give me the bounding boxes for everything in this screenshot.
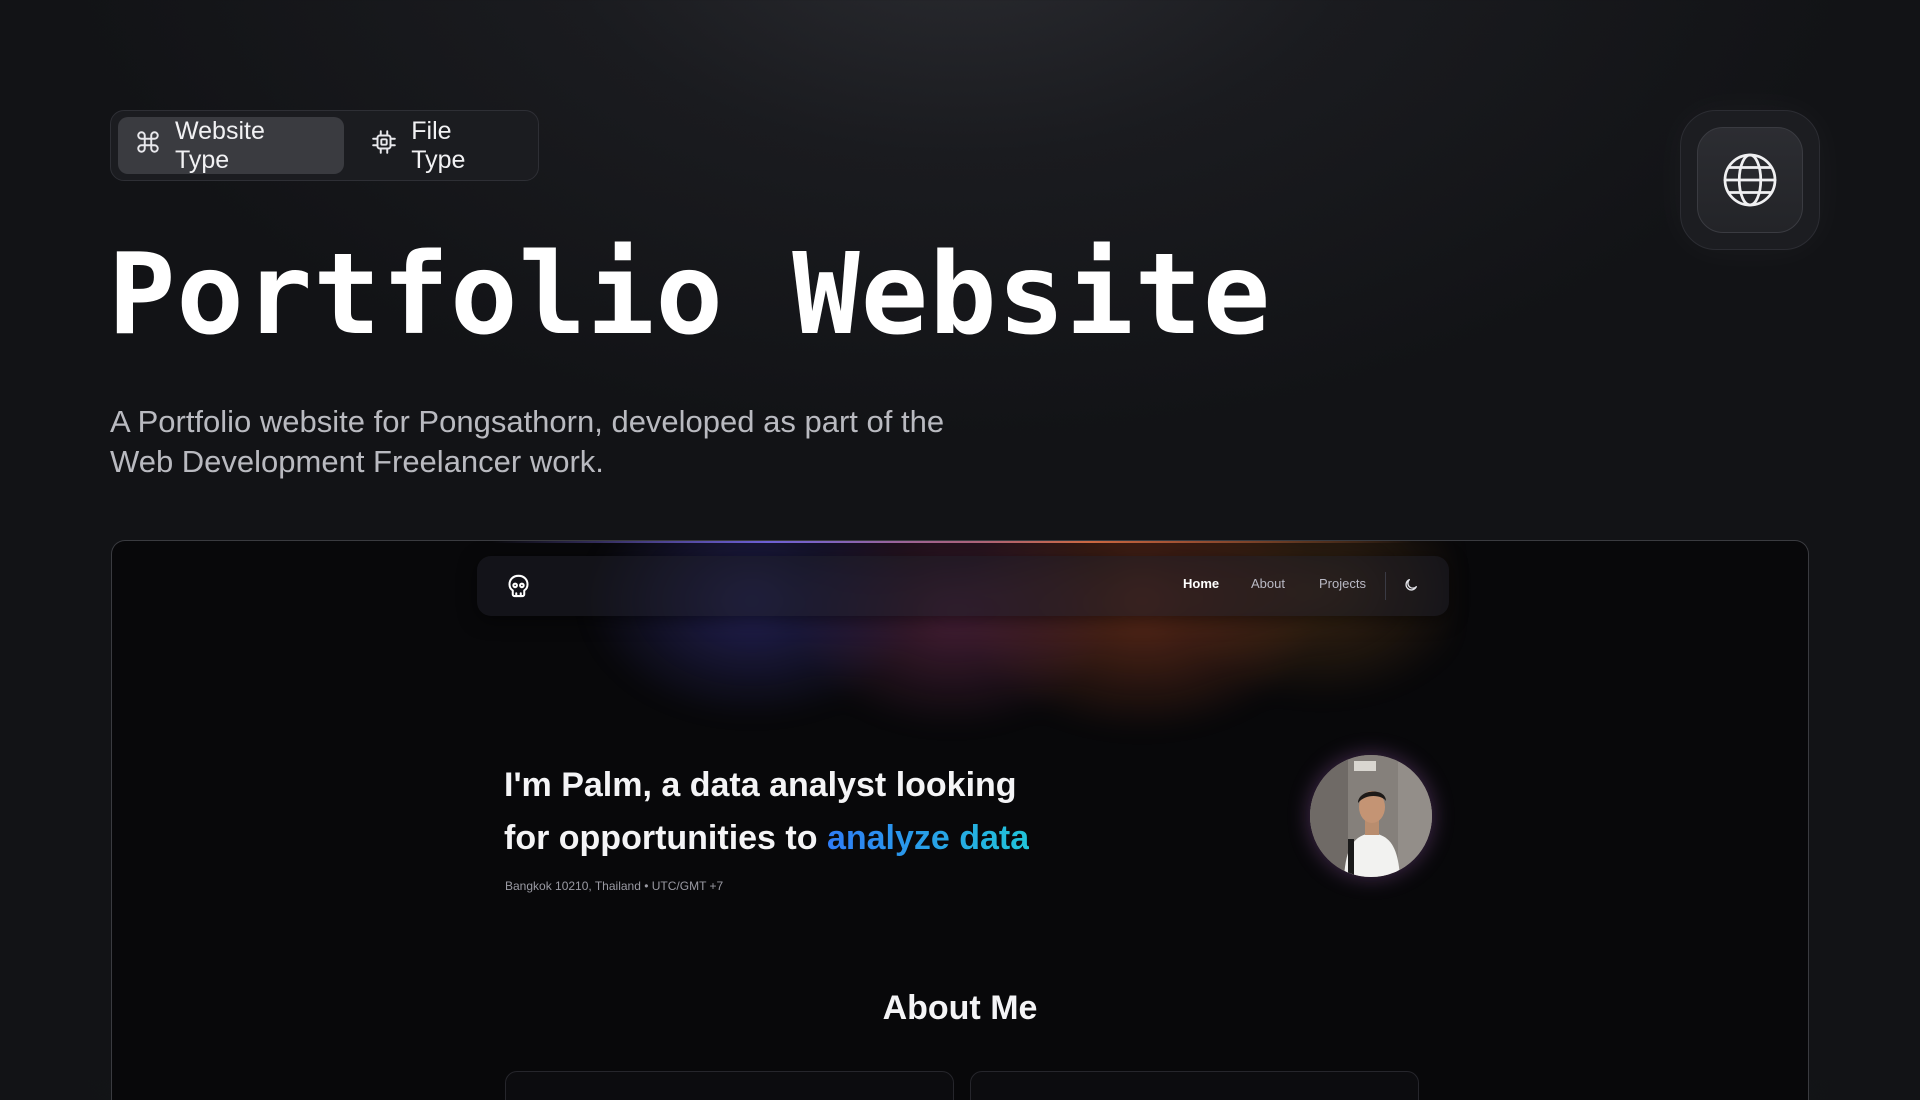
hero-location: Bangkok 10210, Thailand • UTC/GMT +7 <box>505 879 724 893</box>
hero-headline-line1: I'm Palm, a data analyst looking <box>504 766 1017 804</box>
preview-navbar: Home About Projects <box>477 556 1449 616</box>
command-icon <box>135 129 161 162</box>
page-title: Portfolio Website <box>108 230 1272 360</box>
tab-label: File Type <box>411 116 466 174</box>
hero-headline-line2: for opportunities to <box>504 819 827 857</box>
tab-website-type[interactable]: Website Type <box>118 116 345 174</box>
nav-divider <box>1385 572 1386 600</box>
nav-link-about[interactable]: About <box>1251 576 1285 591</box>
page-description: A Portfolio website for Pongsathorn, dev… <box>110 404 945 479</box>
hero-headline: I'm Palm, a data analyst looking for opp… <box>504 759 1124 865</box>
avatar-photo <box>1310 755 1432 877</box>
type-tabs: Website Type File Type <box>110 110 539 181</box>
skull-icon[interactable] <box>505 573 532 600</box>
about-card <box>970 1071 1419 1100</box>
tab-label: Website Type <box>175 116 265 174</box>
avatar <box>1310 755 1432 877</box>
nav-link-home[interactable]: Home <box>1183 576 1219 591</box>
tab-file-type[interactable]: File Type <box>354 117 531 174</box>
about-card <box>505 1071 954 1100</box>
website-preview: Home About Projects I'm Palm, a data ana… <box>111 540 1809 1100</box>
cpu-chip-icon <box>371 129 397 162</box>
globe-button-inner <box>1697 127 1803 233</box>
moon-icon[interactable] <box>1403 577 1419 593</box>
globe-button[interactable] <box>1680 110 1820 250</box>
globe-icon <box>1723 153 1777 207</box>
hero-headline-highlight: analyze data <box>826 819 1030 857</box>
about-heading: About Me <box>882 989 1038 1027</box>
nav-link-projects[interactable]: Projects <box>1319 576 1366 591</box>
